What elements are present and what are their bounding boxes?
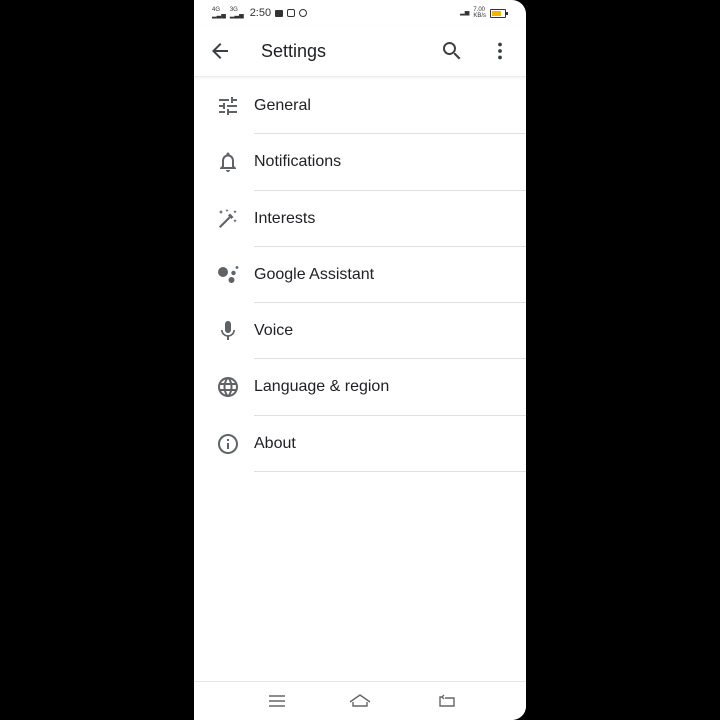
signal-icon-2: ▂▃▅ xyxy=(229,13,244,19)
instagram-icon xyxy=(287,9,296,17)
network-indicator-2: 3G ▂▃▅ xyxy=(230,7,244,19)
settings-item-label: Interests xyxy=(254,209,316,227)
status-time: 2:50 xyxy=(249,7,272,19)
assistant-icon xyxy=(218,265,239,283)
settings-item-language-region[interactable]: Language & region xyxy=(194,359,526,416)
microphone-icon xyxy=(221,321,235,341)
menu-icon[interactable] xyxy=(265,689,289,713)
signal-icon: ▂▃▅ xyxy=(212,13,226,19)
battery-icon xyxy=(490,8,508,18)
settings-item-label: Language & region xyxy=(254,378,390,396)
app-bar: Settings xyxy=(194,26,526,77)
video-icon xyxy=(275,9,284,17)
back-icon[interactable] xyxy=(435,689,459,713)
settings-item-label: Voice xyxy=(254,322,294,340)
settings-item-google-assistant[interactable]: Google Assistant xyxy=(194,247,526,304)
volte-icon: ▂▅ xyxy=(460,10,470,16)
network-indicator: 4G ▂▃▅ xyxy=(212,7,226,19)
home-icon[interactable] xyxy=(348,689,372,713)
settings-item-notifications[interactable]: Notifications xyxy=(194,134,526,191)
tune-icon xyxy=(219,97,237,115)
status-right: ▂▅ 7.00 KB/s xyxy=(460,7,508,19)
page-title: Settings xyxy=(261,41,327,61)
settings-item-label: Notifications xyxy=(254,153,342,171)
settings-item-about[interactable]: About xyxy=(194,416,526,473)
back-arrow-icon[interactable] xyxy=(208,39,232,63)
settings-item-label: About xyxy=(254,434,296,452)
status-bar: 4G ▂▃▅ 3G ▂▃▅ 2:50 ▂▅ 7.00 KB/s xyxy=(194,0,526,26)
net-speed: 7.00 KB/s xyxy=(473,7,486,19)
settings-item-voice[interactable]: Voice xyxy=(194,303,526,360)
registered-icon xyxy=(299,9,308,17)
settings-list: General Notifications Interests Google A… xyxy=(194,78,526,473)
divider xyxy=(254,471,526,473)
settings-item-label: Google Assistant xyxy=(254,265,375,283)
search-icon[interactable] xyxy=(440,39,464,63)
bell-icon xyxy=(220,152,236,173)
info-icon xyxy=(218,433,238,454)
net-speed-unit: KB/s xyxy=(473,13,486,19)
settings-item-interests[interactable]: Interests xyxy=(194,191,526,247)
status-left: 4G ▂▃▅ 3G ▂▃▅ 2:50 xyxy=(212,7,308,19)
phone-screen: 4G ▂▃▅ 3G ▂▃▅ 2:50 ▂▅ 7.00 KB/s Settings xyxy=(194,0,526,720)
magic-wand-icon xyxy=(219,208,237,228)
system-nav-bar xyxy=(194,681,526,720)
more-vert-icon[interactable] xyxy=(488,39,512,63)
settings-item-general[interactable]: General xyxy=(194,78,526,135)
settings-item-label: General xyxy=(254,97,311,114)
globe-icon xyxy=(218,377,238,398)
